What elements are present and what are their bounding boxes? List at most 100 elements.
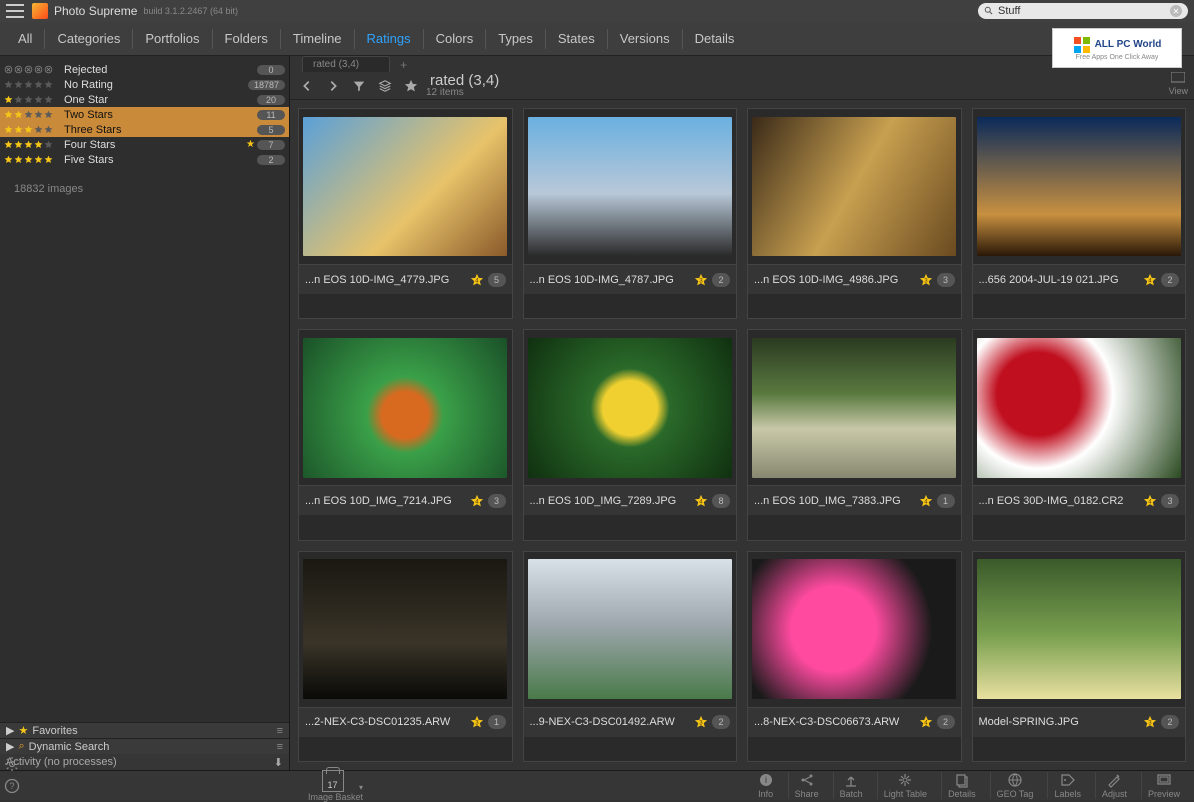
rating-row-five-stars[interactable]: Five Stars 2 [0, 152, 289, 167]
nav-versions[interactable]: Versions [608, 29, 683, 49]
nav-folders[interactable]: Folders [213, 29, 281, 49]
tool-labels[interactable]: Labels [1047, 772, 1087, 799]
thumbnail-image[interactable] [524, 552, 737, 707]
nav-colors[interactable]: Colors [424, 29, 487, 49]
star-icon[interactable] [404, 79, 418, 93]
svg-text:3: 3 [475, 720, 479, 727]
svg-text:4: 4 [1148, 277, 1152, 284]
svg-text:4: 4 [1148, 498, 1152, 505]
gear-icon[interactable] [4, 756, 20, 772]
search-input[interactable] [994, 5, 1170, 17]
rating-row-two-stars[interactable]: Two Stars 11 [0, 107, 289, 122]
tool-details[interactable]: Details [941, 772, 982, 799]
menu-button[interactable] [6, 4, 24, 18]
svg-text:3: 3 [1148, 720, 1152, 727]
thumbnail-image[interactable] [748, 552, 961, 707]
thumbnail-footer: ...9-NEX-C3-DSC01492.ARW 3 2 [524, 707, 737, 737]
subtab-add-button[interactable]: + [392, 58, 415, 72]
rating-label: Two Stars [64, 109, 257, 121]
nav-ratings[interactable]: Ratings [355, 29, 424, 49]
thumbnail-filename: ...8-NEX-C3-DSC06673.ARW [754, 716, 915, 728]
thumbnail-image[interactable] [299, 552, 512, 707]
rating-row-one-star[interactable]: One Star 20 [0, 92, 289, 107]
thumbnail[interactable]: ...8-NEX-C3-DSC06673.ARW 4 2 [747, 551, 962, 762]
rating-row-no-rating[interactable]: No Rating 18787 [0, 77, 289, 92]
rating-star-badge: 4 [1143, 273, 1157, 287]
thumbnail[interactable]: ...9-NEX-C3-DSC01492.ARW 3 2 [523, 551, 738, 762]
rating-star-badge: 3 [694, 715, 708, 729]
thumbnail-image[interactable] [299, 109, 512, 264]
batch-icon [843, 772, 859, 788]
search-clear-button[interactable]: ✕ [1170, 5, 1182, 17]
rating-count: 18787 [248, 80, 285, 90]
search-icon [984, 6, 994, 16]
tool-light-table[interactable]: Light Table [877, 772, 933, 799]
light-table-icon [897, 772, 913, 788]
thumbnail[interactable]: ...n EOS 10D-IMG_4986.JPG 3 3 [747, 108, 962, 319]
thumbnail-image[interactable] [524, 109, 737, 264]
thumbnail-footer: ...656 2004-JUL-19 021.JPG 4 2 [973, 264, 1186, 294]
tool-batch[interactable]: Batch [833, 772, 869, 799]
nav-categories[interactable]: Categories [45, 29, 133, 49]
nav-all[interactable]: All [6, 29, 45, 49]
thumbnail-image[interactable] [748, 109, 961, 264]
filter-icon[interactable] [352, 79, 366, 93]
watermark-tag: Free Apps One Click Away [1076, 54, 1159, 61]
view-button[interactable]: View [1169, 72, 1188, 96]
thumbnail-image[interactable] [299, 330, 512, 485]
thumbnail-footer: ...n EOS 10D_IMG_7383.JPG 4 1 [748, 485, 961, 515]
image-basket[interactable]: 17 ▾ Image Basket [308, 770, 363, 802]
thumbnail-filename: ...n EOS 10D-IMG_4986.JPG [754, 274, 915, 286]
breadcrumb-title: rated (3,4) [430, 73, 499, 88]
thumbnail[interactable]: ...n EOS 10D-IMG_4779.JPG 4 5 [298, 108, 513, 319]
thumbnail[interactable]: ...n EOS 10D_IMG_7214.JPG 4 3 [298, 329, 513, 540]
rating-label: Three Stars [64, 124, 257, 136]
thumbnail-image[interactable] [524, 330, 737, 485]
tool-info[interactable]: iInfo [752, 772, 780, 799]
tool-adjust[interactable]: Adjust [1095, 772, 1133, 799]
nav-portfolios[interactable]: Portfolios [133, 29, 212, 49]
version-badge: 1 [488, 715, 506, 729]
subtab[interactable]: rated (3,4) [302, 56, 390, 72]
tool-preview[interactable]: Preview [1141, 772, 1186, 799]
tool-share[interactable]: Share [788, 772, 825, 799]
breadcrumb-count: 12 items [426, 88, 499, 98]
thumbnail-image[interactable] [973, 552, 1186, 707]
rating-row-four-stars[interactable]: Four Stars ★ 7 [0, 137, 289, 152]
back-icon[interactable] [300, 79, 314, 93]
stack-icon[interactable] [378, 79, 392, 93]
thumbnail-filename: ...n EOS 10D_IMG_7214.JPG [305, 495, 466, 507]
bottom-bar: ? 17 ▾ Image Basket iInfo Share Batch Light… [0, 770, 1194, 800]
version-badge: 3 [488, 494, 506, 508]
thumbnail-image[interactable] [748, 330, 961, 485]
dynamic-search-section[interactable]: ▶⌕ Dynamic Search ≡ [0, 738, 289, 754]
thumbnail-filename: ...n EOS 30D-IMG_0182.CR2 [979, 495, 1140, 507]
thumbnail-image[interactable] [973, 109, 1186, 264]
tool-geo-tag[interactable]: GEO Tag [990, 772, 1040, 799]
thumbnail[interactable]: ...2-NEX-C3-DSC01235.ARW 3 1 [298, 551, 513, 762]
help-icon[interactable]: ? [4, 778, 20, 794]
rating-star-badge: 3 [919, 273, 933, 287]
thumbnail-filename: Model-SPRING.JPG [979, 716, 1140, 728]
thumbnail[interactable]: ...n EOS 10D_IMG_7289.JPG 4 8 [523, 329, 738, 540]
thumbnail-image[interactable] [973, 330, 1186, 485]
nav-types[interactable]: Types [486, 29, 546, 49]
rating-row-three-stars[interactable]: Three Stars 5 [0, 122, 289, 137]
nav-timeline[interactable]: Timeline [281, 29, 355, 49]
thumbnail[interactable]: Model-SPRING.JPG 3 2 [972, 551, 1187, 762]
search-box[interactable]: ✕ [978, 3, 1188, 19]
thumbnail[interactable]: ...n EOS 10D_IMG_7383.JPG 4 1 [747, 329, 962, 540]
thumbnail-footer: ...n EOS 10D-IMG_4787.JPG 3 2 [524, 264, 737, 294]
thumbnail-filename: ...9-NEX-C3-DSC01492.ARW [530, 716, 691, 728]
thumbnail-footer: ...2-NEX-C3-DSC01235.ARW 3 1 [299, 707, 512, 737]
nav-states[interactable]: States [546, 29, 608, 49]
thumbnail[interactable]: ...656 2004-JUL-19 021.JPG 4 2 [972, 108, 1187, 319]
nav-details[interactable]: Details [683, 29, 747, 49]
favorites-section[interactable]: ▶★ Favorites ≡ [0, 722, 289, 738]
svg-text:3: 3 [699, 720, 703, 727]
thumbnail[interactable]: ...n EOS 30D-IMG_0182.CR2 4 3 [972, 329, 1187, 540]
thumbnail[interactable]: ...n EOS 10D-IMG_4787.JPG 3 2 [523, 108, 738, 319]
forward-icon[interactable] [326, 79, 340, 93]
svg-text:?: ? [9, 781, 14, 791]
rating-row-rejected[interactable]: Rejected 0 [0, 62, 289, 77]
